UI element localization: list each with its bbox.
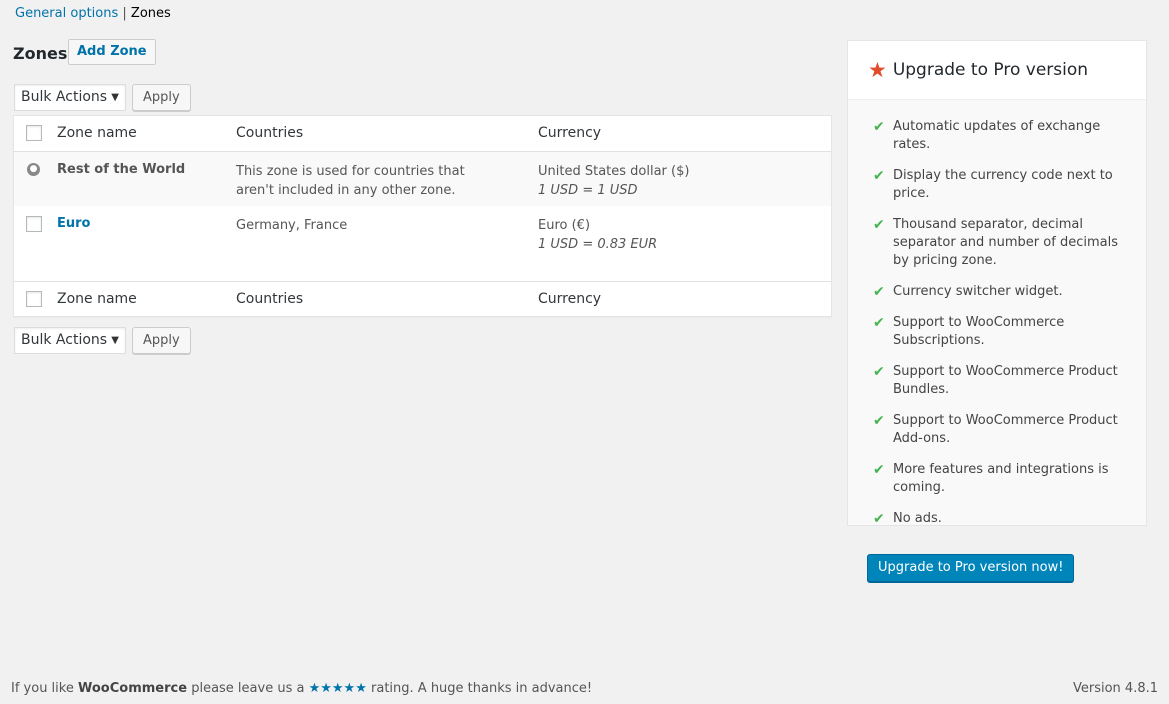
table-row: Euro Germany, France Euro (€) 1 USD = 0.… bbox=[14, 206, 831, 280]
select-all-checkbox-footer[interactable] bbox=[26, 291, 42, 307]
zones-table: Zone name Countries Currency ● Rest of t… bbox=[13, 115, 832, 317]
bulk-actions-top: Bulk Actions ▼ Apply bbox=[14, 84, 191, 111]
zone-name: Rest of the World bbox=[57, 162, 186, 177]
check-icon: ✔ bbox=[873, 511, 885, 527]
table-footer: Zone name Countries Currency bbox=[14, 281, 831, 317]
feature-item: ✔ Display the currency code next to price… bbox=[873, 167, 1126, 203]
table-row: ● Rest of the World This zone is used fo… bbox=[14, 152, 831, 206]
feature-text: Support to WooCommerce Product Add-ons. bbox=[893, 413, 1118, 446]
apply-button-bottom[interactable]: Apply bbox=[132, 327, 191, 354]
bulk-actions-select[interactable]: Bulk Actions ▼ bbox=[14, 84, 126, 111]
feature-item: ✔ More features and integrations is comin… bbox=[873, 461, 1126, 497]
breadcrumb: General options | Zones bbox=[15, 6, 171, 21]
check-icon: ✔ bbox=[873, 217, 885, 233]
column-header-currency: Currency bbox=[538, 125, 602, 141]
row-checkbox[interactable] bbox=[26, 216, 42, 232]
currency-name: United States dollar ($) bbox=[538, 164, 690, 179]
star-icon: ★ bbox=[868, 57, 887, 82]
feature-text: Currency switcher widget. bbox=[893, 284, 1063, 299]
apply-button[interactable]: Apply bbox=[132, 84, 191, 111]
feature-text: Display the currency code next to price. bbox=[893, 168, 1113, 201]
feature-text: More features and integrations is coming… bbox=[893, 462, 1109, 495]
column-header-countries: Countries bbox=[236, 125, 304, 141]
footer-prefix: If you like bbox=[11, 681, 74, 696]
check-icon: ✔ bbox=[873, 462, 885, 478]
rating-stars-link[interactable]: ★★★★★ bbox=[309, 681, 367, 696]
exchange-rate: 1 USD = 0.83 EUR bbox=[538, 237, 658, 252]
column-footer-countries: Countries bbox=[236, 291, 304, 307]
bulk-actions-bottom: Bulk Actions ▼ Apply bbox=[14, 327, 191, 354]
add-zone-button[interactable]: Add Zone bbox=[68, 39, 156, 65]
feature-text: Support to WooCommerce Product Bundles. bbox=[893, 364, 1118, 397]
zone-name-link[interactable]: Euro bbox=[57, 216, 90, 231]
feature-text: Automatic updates of exchange rates. bbox=[893, 119, 1101, 152]
column-header-zone-name[interactable]: Zone name bbox=[57, 125, 137, 141]
check-icon: ✔ bbox=[873, 284, 885, 300]
zone-currency: United States dollar ($) 1 USD = 1 USD bbox=[538, 162, 689, 200]
footer-middle: please leave us a bbox=[191, 681, 305, 696]
zone-currency: Euro (€) 1 USD = 0.83 EUR bbox=[538, 216, 657, 254]
zone-countries: Germany, France bbox=[236, 218, 348, 233]
upgrade-pro-box: ★ Upgrade to Pro version ✔ Automatic upda… bbox=[847, 40, 1147, 528]
feature-item: ✔ Automatic updates of exchange rates. bbox=[873, 118, 1126, 154]
breadcrumb-current: Zones bbox=[130, 6, 171, 21]
feature-item: ✔ Support to WooCommerce Product Add-ons. bbox=[873, 412, 1126, 448]
upgrade-pro-title: Upgrade to Pro version bbox=[892, 60, 1089, 80]
breadcrumb-separator: | bbox=[122, 6, 127, 21]
upgrade-pro-header: ★ Upgrade to Pro version bbox=[848, 41, 1146, 100]
column-footer-currency: Currency bbox=[538, 291, 602, 307]
page-title: Zones bbox=[13, 44, 68, 63]
feature-item: ✔ No ads. bbox=[873, 510, 1126, 528]
check-icon: ✔ bbox=[873, 119, 885, 135]
dropdown-caret-icon: ▼ bbox=[111, 92, 119, 103]
bulk-actions-selected: Bulk Actions bbox=[21, 89, 108, 105]
select-all-checkbox[interactable] bbox=[26, 125, 42, 141]
upgrade-pro-button[interactable]: Upgrade to Pro version now! bbox=[867, 554, 1075, 582]
globe-icon: ● bbox=[27, 163, 40, 176]
check-icon: ✔ bbox=[873, 364, 885, 380]
feature-item: ✔ Currency switcher widget. bbox=[873, 283, 1126, 301]
footer-rating-text: If you like WooCommerce please leave us … bbox=[11, 681, 592, 696]
exchange-rate: 1 USD = 1 USD bbox=[538, 183, 638, 198]
column-footer-zone-name[interactable]: Zone name bbox=[57, 291, 137, 307]
zone-countries: This zone is used for countries that are… bbox=[236, 164, 465, 198]
feature-text: No ads. bbox=[893, 511, 942, 526]
bulk-actions-selected: Bulk Actions bbox=[21, 332, 108, 348]
dropdown-caret-icon: ▼ bbox=[111, 335, 119, 346]
check-icon: ✔ bbox=[873, 315, 885, 331]
breadcrumb-general-options-link[interactable]: General options bbox=[15, 6, 118, 21]
check-icon: ✔ bbox=[873, 413, 885, 429]
bulk-actions-select-bottom[interactable]: Bulk Actions ▼ bbox=[14, 327, 126, 354]
feature-item: ✔ Support to WooCommerce Product Bundles. bbox=[873, 363, 1126, 399]
table-header: Zone name Countries Currency bbox=[14, 116, 831, 152]
footer-brand: WooCommerce bbox=[78, 681, 188, 696]
feature-text: Support to WooCommerce Subscriptions. bbox=[893, 315, 1065, 348]
footer-suffix: rating. A huge thanks in advance! bbox=[371, 681, 593, 696]
currency-name: Euro (€) bbox=[538, 218, 591, 233]
version-text: Version 4.8.1 bbox=[1072, 681, 1158, 696]
feature-item: ✔ Thousand separator, decimal separator a… bbox=[873, 216, 1126, 270]
feature-list: ✔ Automatic updates of exchange rates. ✔ D… bbox=[848, 100, 1146, 528]
check-icon: ✔ bbox=[873, 168, 885, 184]
feature-text: Thousand separator, decimal separator an… bbox=[893, 217, 1118, 268]
feature-item: ✔ Support to WooCommerce Subscriptions. bbox=[873, 314, 1126, 350]
